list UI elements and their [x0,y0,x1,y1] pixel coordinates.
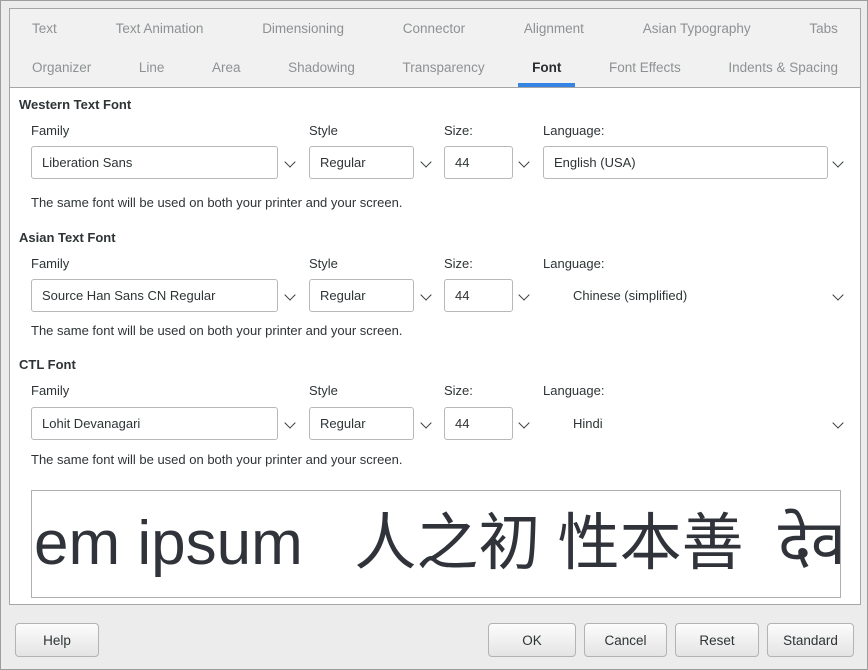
western-size-combobox[interactable]: 44 [444,146,513,179]
tab-text[interactable]: Text [32,9,57,48]
tab-font-effects[interactable]: Font Effects [609,48,681,87]
tab-font[interactable]: Font [532,48,561,87]
tab-text-animation[interactable]: Text Animation [116,9,204,48]
tab-area[interactable]: Area [212,48,241,87]
ctl-section-heading: CTL Font [19,357,76,372]
western-language-combobox[interactable]: English (USA) [543,146,828,179]
tab-line[interactable]: Line [139,48,165,87]
western-note: The same font will be used on both your … [31,195,402,210]
tab-connector[interactable]: Connector [403,9,465,48]
ctl-family-combobox[interactable]: Lohit Devanagari [31,407,278,440]
asian-section-heading: Asian Text Font [19,230,116,245]
tab-dimensioning[interactable]: Dimensioning [262,9,344,48]
standard-button[interactable]: Standard [767,623,854,657]
asian-style-combobox[interactable]: Regular [309,279,414,312]
ctl-size-combobox[interactable]: 44 [444,407,513,440]
western-size-label: Size: [444,123,473,138]
ok-button[interactable]: OK [488,623,576,657]
character-dialog: Text Text Animation Dimensioning Connect… [0,0,868,670]
tab-row-2: Organizer Line Area Shadowing Transparen… [10,48,860,87]
tab-tabs[interactable]: Tabs [809,9,838,48]
western-family-combobox[interactable]: Liberation Sans [31,146,278,179]
tab-alignment[interactable]: Alignment [524,9,584,48]
font-preview-box: em ipsum 人之初 性本善 देवन [31,490,841,598]
asian-note: The same font will be used on both your … [31,323,402,338]
tab-asian-typography[interactable]: Asian Typography [643,9,751,48]
asian-family-label: Family [31,256,69,271]
asian-language-label: Language: [543,256,604,271]
tab-organizer[interactable]: Organizer [32,48,91,87]
reset-button[interactable]: Reset [675,623,759,657]
tab-row-1: Text Text Animation Dimensioning Connect… [10,9,860,48]
asian-size-label: Size: [444,256,473,271]
ctl-size-label: Size: [444,383,473,398]
ctl-note: The same font will be used on both your … [31,452,402,467]
ctl-style-combobox[interactable]: Regular [309,407,414,440]
ctl-language-label: Language: [543,383,604,398]
ctl-family-label: Family [31,383,69,398]
action-button-row: OK Cancel Reset Standard [488,623,854,657]
western-style-label: Style [309,123,338,138]
tab-transparency[interactable]: Transparency [403,48,485,87]
asian-family-combobox[interactable]: Source Han Sans CN Regular [31,279,278,312]
tab-indents-spacing[interactable]: Indents & Spacing [728,48,838,87]
cancel-button[interactable]: Cancel [584,623,667,657]
western-section-heading: Western Text Font [19,97,131,112]
ctl-style-label: Style [309,383,338,398]
asian-size-combobox[interactable]: 44 [444,279,513,312]
asian-style-label: Style [309,256,338,271]
help-button[interactable]: Help [15,623,99,657]
font-preview-text: em ipsum 人之初 性本善 देवन [32,494,841,594]
asian-language-combobox[interactable]: Chinese (simplified) [543,279,828,312]
tab-strip: Text Text Animation Dimensioning Connect… [10,9,860,88]
western-language-label: Language: [543,123,604,138]
tab-shadowing[interactable]: Shadowing [288,48,355,87]
western-style-combobox[interactable]: Regular [309,146,414,179]
ctl-language-combobox[interactable]: Hindi [543,407,828,440]
western-family-label: Family [31,123,69,138]
